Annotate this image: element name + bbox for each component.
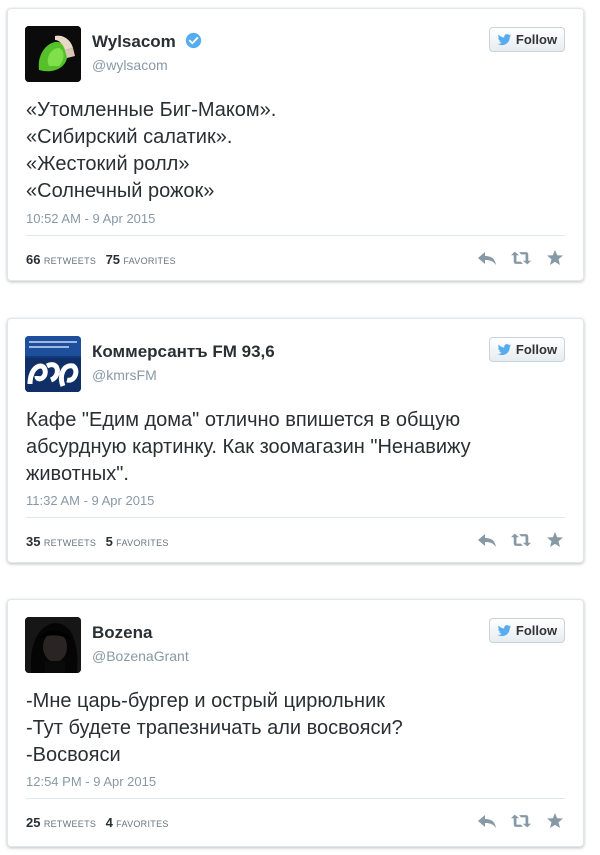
tweet-stats: 35 RETWEETS 5 FAVORITES (26, 534, 175, 549)
tweet-card: Коммерсантъ FM 93,6 @kmrsFM Follow Кафе … (7, 318, 584, 563)
favorite-count[interactable]: 5 (106, 534, 113, 549)
display-name[interactable]: Bozena (92, 623, 152, 643)
favorites-label: FAVORITES (116, 819, 169, 829)
timestamp-link[interactable]: 10:52 AM - 9 Apr 2015 (26, 211, 155, 226)
tweet-actions (477, 813, 565, 829)
favorite-count[interactable]: 4 (106, 815, 113, 830)
user-handle[interactable]: @wylsacom (92, 57, 168, 73)
tweet-actions (477, 532, 565, 548)
follow-button[interactable]: Follow (489, 337, 565, 362)
tweet-line: «Утомленные Биг-Маком». (26, 99, 277, 121)
divider (26, 235, 565, 236)
tweet-actions (477, 250, 565, 266)
favorites-label: FAVORITES (116, 538, 169, 548)
retweet-icon[interactable] (511, 250, 531, 266)
divider (26, 798, 565, 799)
follow-label: Follow (515, 623, 558, 638)
display-name[interactable]: Коммерсантъ FM 93,6 (92, 342, 275, 362)
retweets-label: RETWEETS (43, 538, 97, 548)
retweet-icon[interactable] (511, 813, 531, 829)
retweet-count[interactable]: 66 (26, 252, 40, 267)
star-icon[interactable] (545, 532, 565, 548)
tweet-text: -Мне царь-бургер и острый цирюльник -Тут… (26, 688, 543, 769)
tweet-line: Кафе "Едим дома" отлично впишется в общу… (26, 409, 461, 431)
star-icon[interactable] (545, 813, 565, 829)
tweet-stats: 66 RETWEETS 75 FAVORITES (26, 252, 182, 267)
retweet-count[interactable]: 35 (26, 534, 40, 549)
tweet-line: абсурдную картинку. Как зоомагазин "Нена… (26, 436, 471, 458)
retweets-label: RETWEETS (43, 256, 97, 266)
tweet-line: -Мне царь-бургер и острый цирюльник (26, 690, 386, 712)
display-name-text: Коммерсантъ FM 93,6 (92, 342, 275, 361)
tweet-line: «Солнечный рожок» (26, 180, 215, 202)
timestamp-link[interactable]: 11:32 AM - 9 Apr 2015 (26, 493, 154, 508)
tweet-card: Bozena @BozenaGrant Follow -Мне царь-бур… (7, 599, 584, 847)
retweets-label: RETWEETS (43, 819, 97, 829)
favorite-count[interactable]: 75 (106, 252, 120, 267)
verified-badge-icon (185, 32, 201, 49)
tweet-line: «Жестокий ролл» (26, 153, 190, 175)
reply-icon[interactable] (477, 250, 497, 266)
avatar[interactable] (25, 336, 81, 392)
tweet-card: Wylsacom @wylsacom Follow «Утомленные Би… (7, 8, 584, 281)
tweet-line: животных". (26, 463, 129, 485)
divider (26, 517, 565, 518)
tweet-text: «Утомленные Биг-Маком». «Сибирский салат… (26, 97, 543, 205)
tweet-line: «Сибирский салатик». (26, 126, 233, 148)
display-name-text: Wylsacom (92, 32, 176, 51)
tweet-stats: 25 RETWEETS 4 FAVORITES (26, 815, 175, 830)
twitter-bird-icon (497, 624, 512, 636)
display-name[interactable]: Wylsacom (92, 32, 202, 52)
timestamp-link[interactable]: 12:54 PM - 9 Apr 2015 (26, 774, 156, 789)
avatar[interactable] (25, 26, 81, 82)
follow-label: Follow (515, 32, 558, 47)
tweet-text: Кафе "Едим дома" отлично впишется в общу… (26, 407, 543, 488)
reply-icon[interactable] (477, 813, 497, 829)
star-icon[interactable] (545, 250, 565, 266)
user-handle[interactable]: @BozenaGrant (92, 648, 189, 664)
reply-icon[interactable] (477, 532, 497, 548)
favorites-label: FAVORITES (123, 256, 176, 266)
display-name-text: Bozena (92, 623, 153, 642)
avatar[interactable] (25, 617, 81, 673)
retweet-count[interactable]: 25 (26, 815, 40, 830)
tweet-line: -Тут будете трапезничать али восвояси? (26, 717, 403, 739)
follow-button[interactable]: Follow (489, 618, 565, 643)
follow-label: Follow (515, 342, 558, 357)
twitter-bird-icon (497, 343, 512, 355)
tweet-line: -Восвояси (26, 744, 121, 766)
retweet-icon[interactable] (511, 532, 531, 548)
user-handle[interactable]: @kmrsFM (92, 367, 157, 383)
follow-button[interactable]: Follow (489, 27, 565, 52)
twitter-bird-icon (497, 33, 512, 45)
